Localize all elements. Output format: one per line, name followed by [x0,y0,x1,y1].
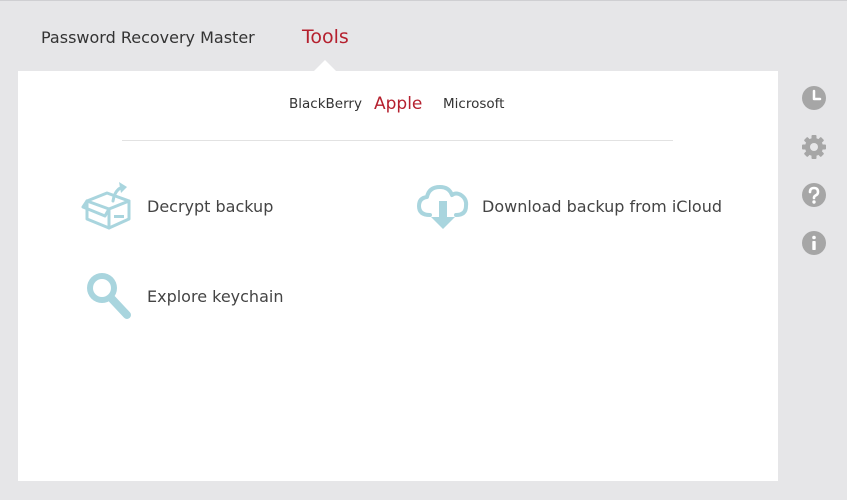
explore-keychain-label: Explore keychain [147,286,284,306]
subtab-blackberry[interactable]: BlackBerry [289,96,362,112]
tab-tools[interactable]: Tools [302,26,349,48]
help-icon[interactable] [801,182,827,208]
window-top-border [0,0,847,1]
download-icloud-backup-label: Download backup from iCloud [482,196,722,216]
magnifier-icon [81,269,135,323]
settings-icon[interactable] [801,134,827,160]
tools-panel: BlackBerry Apple Microsoft Decrypt backu… [18,71,778,481]
history-icon[interactable] [801,85,827,111]
subtab-apple[interactable]: Apple [374,94,422,114]
subtab-divider [122,140,673,141]
decrypt-backup-label: Decrypt backup [147,196,274,216]
subtab-microsoft[interactable]: Microsoft [443,96,504,112]
explore-keychain-button[interactable]: Explore keychain [81,269,283,323]
info-icon[interactable] [801,230,827,256]
box-icon [81,179,135,233]
download-icloud-backup-button[interactable]: Download backup from iCloud [416,179,722,233]
active-tab-pointer [314,60,336,71]
decrypt-backup-button[interactable]: Decrypt backup [81,179,273,233]
tab-password-recovery-master[interactable]: Password Recovery Master [41,28,255,47]
cloud-download-icon [416,179,470,233]
